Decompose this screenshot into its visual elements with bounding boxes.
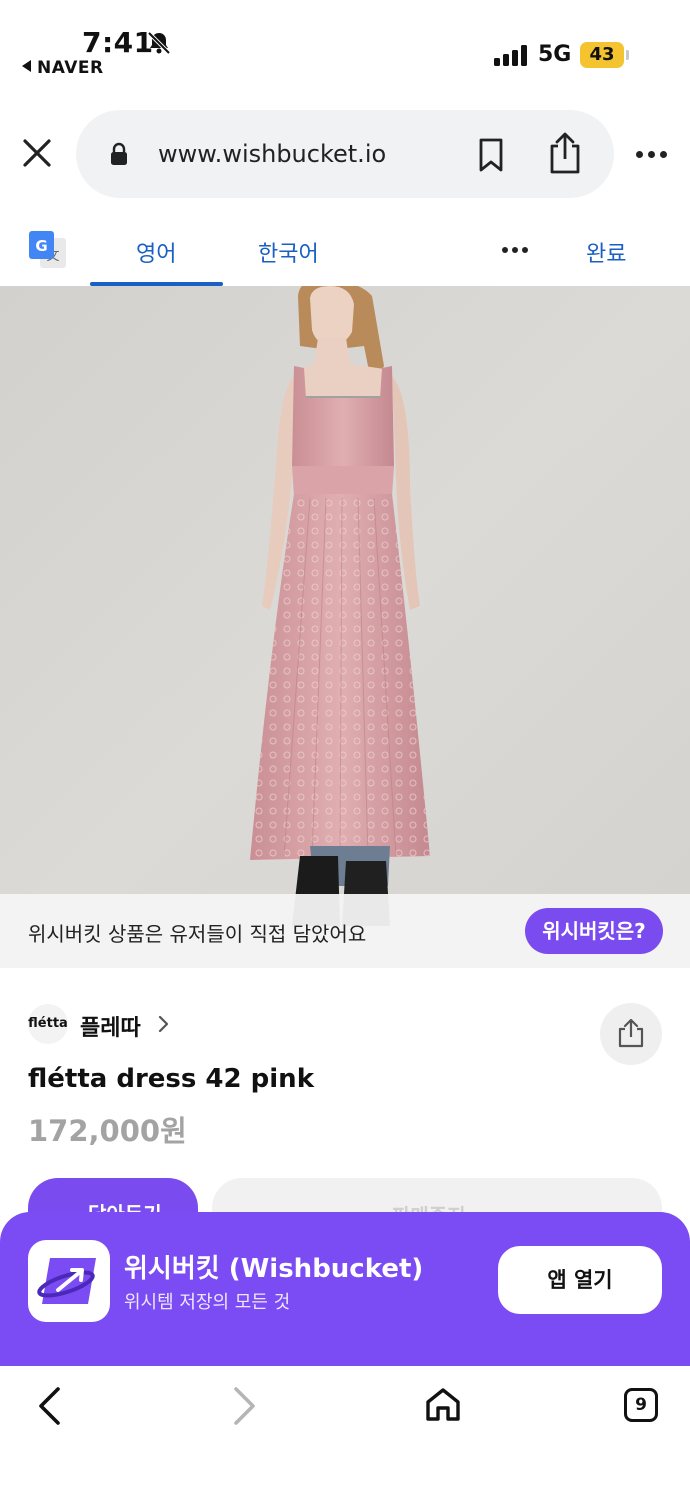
- translate-bar: 文 G 영어 한국어 완료: [0, 212, 690, 286]
- battery-cap: [626, 50, 629, 60]
- back-to-app-link[interactable]: NAVER: [22, 58, 104, 78]
- share-icon: [618, 1018, 644, 1048]
- product-title: flétta dress 42 pink: [28, 1064, 314, 1094]
- url-text: www.wishbucket.io: [158, 140, 387, 168]
- wishbucket-app-icon: [28, 1240, 110, 1322]
- tab-target-language[interactable]: 한국어: [258, 236, 319, 268]
- battery-icon: 43: [580, 42, 624, 68]
- signal-icon: [494, 44, 530, 66]
- more-icon[interactable]: [636, 151, 668, 159]
- svg-text:G: G: [35, 237, 47, 255]
- product-photo: [0, 286, 690, 968]
- browser-bottom-nav: 9: [0, 1366, 690, 1500]
- browser-toolbar: www.wishbucket.io: [0, 108, 690, 200]
- back-triangle-icon: [22, 60, 31, 72]
- status-bar: 7:41 NAVER 5G 43: [0, 0, 690, 90]
- product-share-button[interactable]: [600, 1003, 662, 1065]
- share-icon[interactable]: [548, 132, 582, 174]
- tabs-button[interactable]: 9: [624, 1388, 658, 1422]
- translate-done-button[interactable]: 완료: [586, 236, 626, 268]
- forward-arrow-icon[interactable]: [232, 1386, 258, 1426]
- brand-name: 플레따: [80, 1016, 141, 1041]
- status-time: 7:41: [82, 26, 154, 59]
- address-bar[interactable]: www.wishbucket.io: [76, 110, 614, 198]
- info-strip: 위시버킷 상품은 유저들이 직접 담았어요 위시버킷은?: [0, 894, 690, 968]
- wishbucket-logo-icon: [37, 1258, 96, 1304]
- lock-icon: [111, 142, 127, 165]
- app-name: 위시버킷 (Wishbucket): [124, 1254, 424, 1284]
- google-translate-icon: 文 G: [29, 231, 66, 268]
- brand-link[interactable]: flétta 플레따: [28, 1004, 668, 1044]
- info-text: 위시버킷 상품은 유저들이 직접 담았어요: [28, 922, 367, 946]
- chevron-right-icon: [158, 1015, 169, 1033]
- what-is-wishbucket-button[interactable]: 위시버킷은?: [525, 908, 663, 954]
- network-type: 5G: [538, 42, 572, 67]
- product-image[interactable]: 위시버킷 상품은 유저들이 직접 담았어요 위시버킷은?: [0, 286, 690, 968]
- home-icon[interactable]: [424, 1386, 462, 1422]
- back-arrow-icon[interactable]: [36, 1386, 62, 1426]
- translate-more-icon[interactable]: [502, 247, 528, 253]
- close-icon[interactable]: [22, 138, 52, 168]
- tab-source-language[interactable]: 영어: [136, 236, 176, 268]
- bookmark-icon[interactable]: [478, 138, 504, 172]
- bell-muted-icon: [147, 31, 171, 55]
- back-app-label: NAVER: [37, 58, 104, 78]
- brand-logo: flétta: [28, 1004, 68, 1044]
- open-app-button[interactable]: 앱 열기: [498, 1246, 662, 1314]
- app-description: 위시템 저장의 모든 것: [124, 1292, 291, 1313]
- app-install-banner: 위시버킷 (Wishbucket) 위시템 저장의 모든 것 앱 열기: [0, 1212, 690, 1366]
- product-price: 172,000원: [28, 1114, 187, 1148]
